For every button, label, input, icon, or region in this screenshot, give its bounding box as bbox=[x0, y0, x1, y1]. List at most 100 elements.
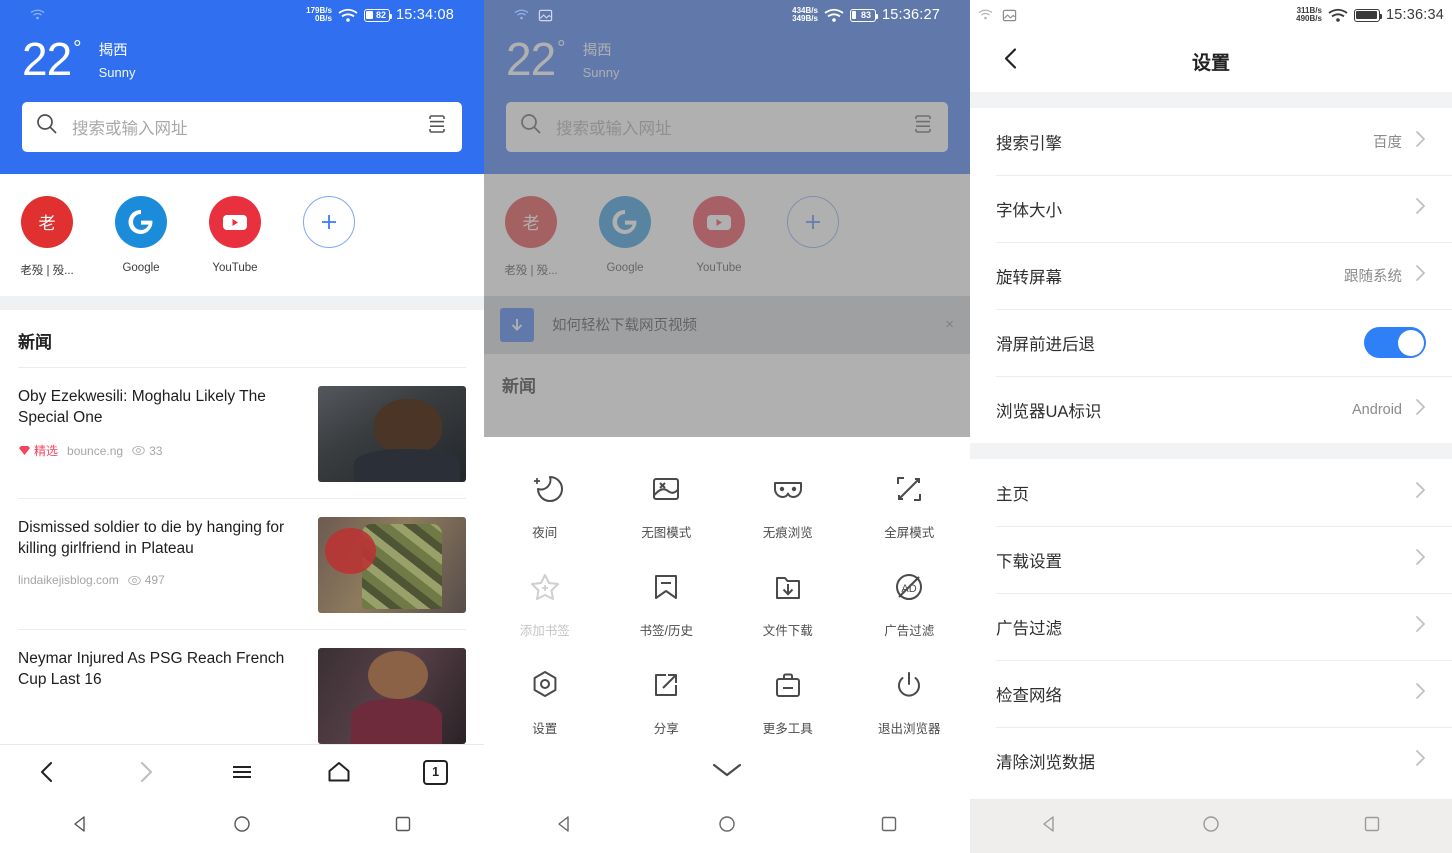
nav-back-triangle-icon bbox=[1043, 815, 1055, 832]
nav-home-button[interactable] bbox=[232, 814, 252, 839]
search-bar[interactable]: 搜索或输入网址 bbox=[22, 101, 462, 152]
settings-row-clear-browsing-data[interactable]: 清除浏览数据 bbox=[970, 727, 1452, 794]
menu-item-share[interactable]: 分享 bbox=[606, 655, 728, 753]
swipe-navigation-toggle[interactable] bbox=[1364, 327, 1426, 358]
android-nav-bar bbox=[0, 799, 484, 853]
menu-item-no-image[interactable]: 无图模式 bbox=[606, 459, 728, 557]
menu-item-bookmarks-history[interactable]: 书签/历史 bbox=[606, 557, 728, 655]
news-article[interactable]: Oby Ezekwesili: Moghalu Likely The Speci… bbox=[0, 368, 484, 498]
nav-back-button[interactable] bbox=[555, 814, 575, 839]
tab-switcher-button[interactable]: 1 bbox=[387, 759, 484, 785]
menu-item-more-tools[interactable]: 更多工具 bbox=[727, 655, 849, 753]
shortcut-item[interactable]: Google bbox=[578, 195, 672, 278]
forward-button[interactable] bbox=[97, 759, 194, 785]
news-article[interactable]: Dismissed soldier to die by hanging for … bbox=[0, 499, 484, 629]
status-bar: 311B/s 490B/s 15:36:34 bbox=[970, 0, 1452, 30]
news-heading: 新闻 bbox=[18, 332, 52, 352]
youtube-icon bbox=[693, 195, 745, 248]
nav-recents-button[interactable] bbox=[879, 814, 899, 839]
menu-item-fullscreen[interactable]: 全屏模式 bbox=[849, 459, 971, 557]
scan-qr-icon[interactable] bbox=[912, 113, 934, 140]
menu-item-ad-block[interactable]: AD 广告过滤 bbox=[849, 557, 971, 655]
net-up: 0B/s bbox=[315, 14, 332, 23]
download-icon bbox=[500, 307, 534, 342]
close-icon[interactable]: × bbox=[945, 316, 954, 333]
shortcut-item[interactable]: YouTube bbox=[672, 195, 766, 278]
weather-widget[interactable]: 22° 揭西 Sunny bbox=[22, 30, 462, 84]
nav-recents-square-icon bbox=[396, 816, 411, 831]
article-thumbnail bbox=[318, 647, 466, 744]
search-bar[interactable]: 搜索或输入网址 bbox=[506, 101, 948, 152]
menu-item-incognito[interactable]: 无痕浏览 bbox=[727, 459, 849, 557]
back-button[interactable] bbox=[998, 46, 1024, 77]
search-placeholder: 搜索或输入网址 bbox=[556, 119, 672, 138]
menu-item-label: 无痕浏览 bbox=[762, 526, 813, 540]
add-shortcut-button[interactable] bbox=[766, 195, 860, 278]
menu-item-label: 设置 bbox=[532, 722, 558, 736]
eye-icon bbox=[127, 575, 141, 585]
menu-item-add-bookmark[interactable]: 添加书签 bbox=[484, 557, 606, 655]
download-folder-icon bbox=[775, 577, 800, 599]
menu-item-label: 退出浏览器 bbox=[877, 722, 941, 736]
menu-button[interactable] bbox=[194, 759, 291, 785]
nav-recents-square-icon bbox=[881, 816, 897, 831]
battery-level: 82 bbox=[375, 10, 386, 20]
weather-city: 揭西 bbox=[582, 43, 612, 59]
settings-row-download-settings[interactable]: 下载设置 bbox=[970, 526, 1452, 593]
article-body: Oby Ezekwesili: Moghalu Likely The Speci… bbox=[18, 386, 304, 482]
net-up: 490B/s bbox=[1296, 14, 1322, 23]
nav-back-button[interactable] bbox=[71, 814, 91, 839]
nav-recents-button[interactable] bbox=[393, 814, 413, 839]
plus-icon bbox=[303, 195, 355, 248]
nav-home-circle-icon bbox=[719, 815, 735, 832]
menu-item-file-download[interactable]: 文件下载 bbox=[727, 557, 849, 655]
search-icon bbox=[520, 113, 542, 140]
wifi-icon bbox=[338, 8, 358, 22]
svg-text:AD: AD bbox=[902, 583, 917, 595]
shortcut-item[interactable]: YouTube bbox=[188, 195, 282, 278]
nav-home-button[interactable] bbox=[1201, 814, 1221, 839]
row-label: 清除浏览数据 bbox=[996, 753, 1095, 772]
row-label: 主页 bbox=[996, 485, 1029, 504]
page-title: 设置 bbox=[1191, 52, 1230, 74]
settings-row-swipe-navigation[interactable]: 滑屏前进后退 bbox=[970, 309, 1452, 376]
chevron-right-icon bbox=[1414, 615, 1426, 638]
settings-row-check-network[interactable]: 检查网络 bbox=[970, 660, 1452, 727]
scan-qr-icon[interactable] bbox=[426, 113, 448, 140]
back-button[interactable] bbox=[0, 759, 97, 785]
ad-block-icon: AD bbox=[896, 574, 923, 600]
shortcut-item[interactable]: 老 老殁 | 殁... bbox=[484, 195, 578, 278]
search-placeholder: 搜索或输入网址 bbox=[72, 119, 188, 138]
download-tip-banner[interactable]: 如何轻松下载网页视频 × bbox=[484, 295, 970, 354]
nav-home-button[interactable] bbox=[717, 814, 737, 839]
menu-item-settings[interactable]: 设置 bbox=[484, 655, 606, 753]
section-divider bbox=[970, 92, 1452, 108]
battery-icon bbox=[1353, 8, 1382, 22]
shortcut-item[interactable]: 老 老殁 | 殁... bbox=[0, 195, 94, 278]
clock: 15:36:34 bbox=[1385, 7, 1444, 23]
panel-browser-home: 179B/s 0B/s 82 15:34:08 22° 揭西 Sunny 搜索或… bbox=[0, 0, 484, 853]
settings-row-search-engine[interactable]: 搜索引擎 百度 bbox=[970, 108, 1452, 175]
nav-recents-button[interactable] bbox=[1362, 814, 1382, 839]
news-article[interactable]: Neymar Injured As PSG Reach French Cup L… bbox=[0, 630, 484, 760]
add-shortcut-button[interactable] bbox=[282, 195, 376, 278]
menu-item-label: 添加书签 bbox=[519, 624, 570, 638]
weather-widget[interactable]: 22° 揭西 Sunny bbox=[506, 30, 948, 84]
moon-icon bbox=[533, 476, 563, 502]
settings-row-ad-filter[interactable]: 广告过滤 bbox=[970, 593, 1452, 660]
collapse-menu-button[interactable] bbox=[484, 753, 970, 799]
weather-condition: Sunny bbox=[582, 64, 620, 80]
settings-row-homepage[interactable]: 主页 bbox=[970, 459, 1452, 526]
shortcut-item[interactable]: Google bbox=[94, 195, 188, 278]
menu-item-exit-browser[interactable]: 退出浏览器 bbox=[849, 655, 971, 753]
settings-row-screen-rotation[interactable]: 旋转屏幕 跟随系统 bbox=[970, 242, 1452, 309]
chevron-right-icon bbox=[1414, 130, 1426, 153]
settings-row-font-size[interactable]: 字体大小 bbox=[970, 175, 1452, 242]
home-button[interactable] bbox=[290, 759, 387, 785]
menu-grid: 夜间 无图模式 无痕浏览 全屏模式 添加书签 书签/历史 文件下载 AD 广告过… bbox=[484, 459, 970, 753]
nav-back-button[interactable] bbox=[1040, 814, 1060, 839]
chevron-right-icon bbox=[1414, 197, 1426, 220]
menu-item-night-mode[interactable]: 夜间 bbox=[484, 459, 606, 557]
settings-row-user-agent[interactable]: 浏览器UA标识 Android bbox=[970, 376, 1452, 443]
wifi-icon bbox=[1328, 8, 1348, 22]
